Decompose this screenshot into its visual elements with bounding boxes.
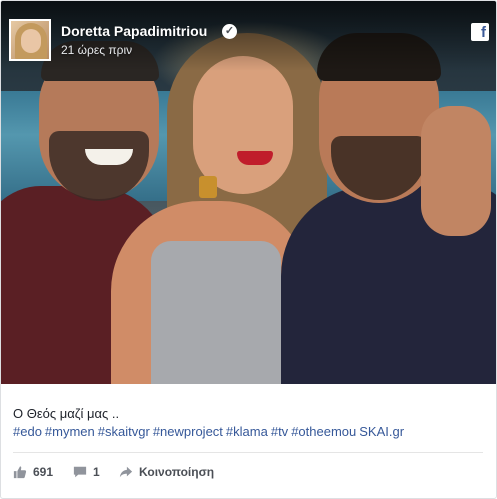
woman-face bbox=[193, 56, 293, 194]
woman-dress bbox=[151, 241, 281, 384]
like-button[interactable]: 691 bbox=[13, 462, 53, 482]
author-name[interactable]: Doretta Papadimitriou bbox=[61, 23, 207, 39]
post-caption: Ο Θεός μαζί μας .. bbox=[13, 406, 120, 421]
action-bar: 691 1 Κοινοποίηση bbox=[13, 462, 483, 482]
comment-button[interactable]: 1 bbox=[73, 462, 100, 482]
share-icon bbox=[119, 466, 133, 478]
woman-earring bbox=[199, 176, 217, 198]
hashtag-link[interactable]: #mymen bbox=[45, 424, 95, 439]
post-header: Doretta Papadimitriou ✓ 21 ώρες πριν f bbox=[9, 11, 489, 63]
check-badge-icon: ✓ bbox=[222, 24, 237, 39]
thumbs-up-icon bbox=[13, 466, 27, 479]
hashtag-link[interactable]: #newproject bbox=[153, 424, 223, 439]
author-avatar[interactable] bbox=[9, 19, 51, 61]
divider bbox=[13, 452, 483, 453]
hashtag-link[interactable]: #klama bbox=[226, 424, 268, 439]
hashtag-link[interactable]: #edo bbox=[13, 424, 42, 439]
avatar-face bbox=[21, 29, 41, 53]
hashtag-link[interactable]: #otheemou bbox=[291, 424, 356, 439]
comment-icon bbox=[73, 466, 87, 478]
comments-count: 1 bbox=[93, 465, 100, 479]
share-label: Κοινοποίηση bbox=[139, 465, 215, 479]
hashtag-link[interactable]: #skaitvgr bbox=[98, 424, 150, 439]
skai-link[interactable]: SKAI.gr bbox=[359, 424, 404, 439]
man-right-hand bbox=[421, 106, 491, 236]
facebook-post: Doretta Papadimitriou ✓ 21 ώρες πριν f Ο… bbox=[0, 0, 497, 499]
likes-count: 691 bbox=[33, 465, 54, 479]
woman-lips bbox=[237, 151, 273, 165]
share-button[interactable]: Κοινοποίηση bbox=[119, 462, 214, 482]
hashtag-link[interactable]: #tv bbox=[271, 424, 288, 439]
hashtag-list: #edo #mymen #skaitvgr #newproject #klama #tv #… bbox=[13, 423, 483, 441]
facebook-icon[interactable]: f bbox=[471, 23, 489, 41]
post-timestamp[interactable]: 21 ώρες πριν bbox=[61, 43, 132, 57]
